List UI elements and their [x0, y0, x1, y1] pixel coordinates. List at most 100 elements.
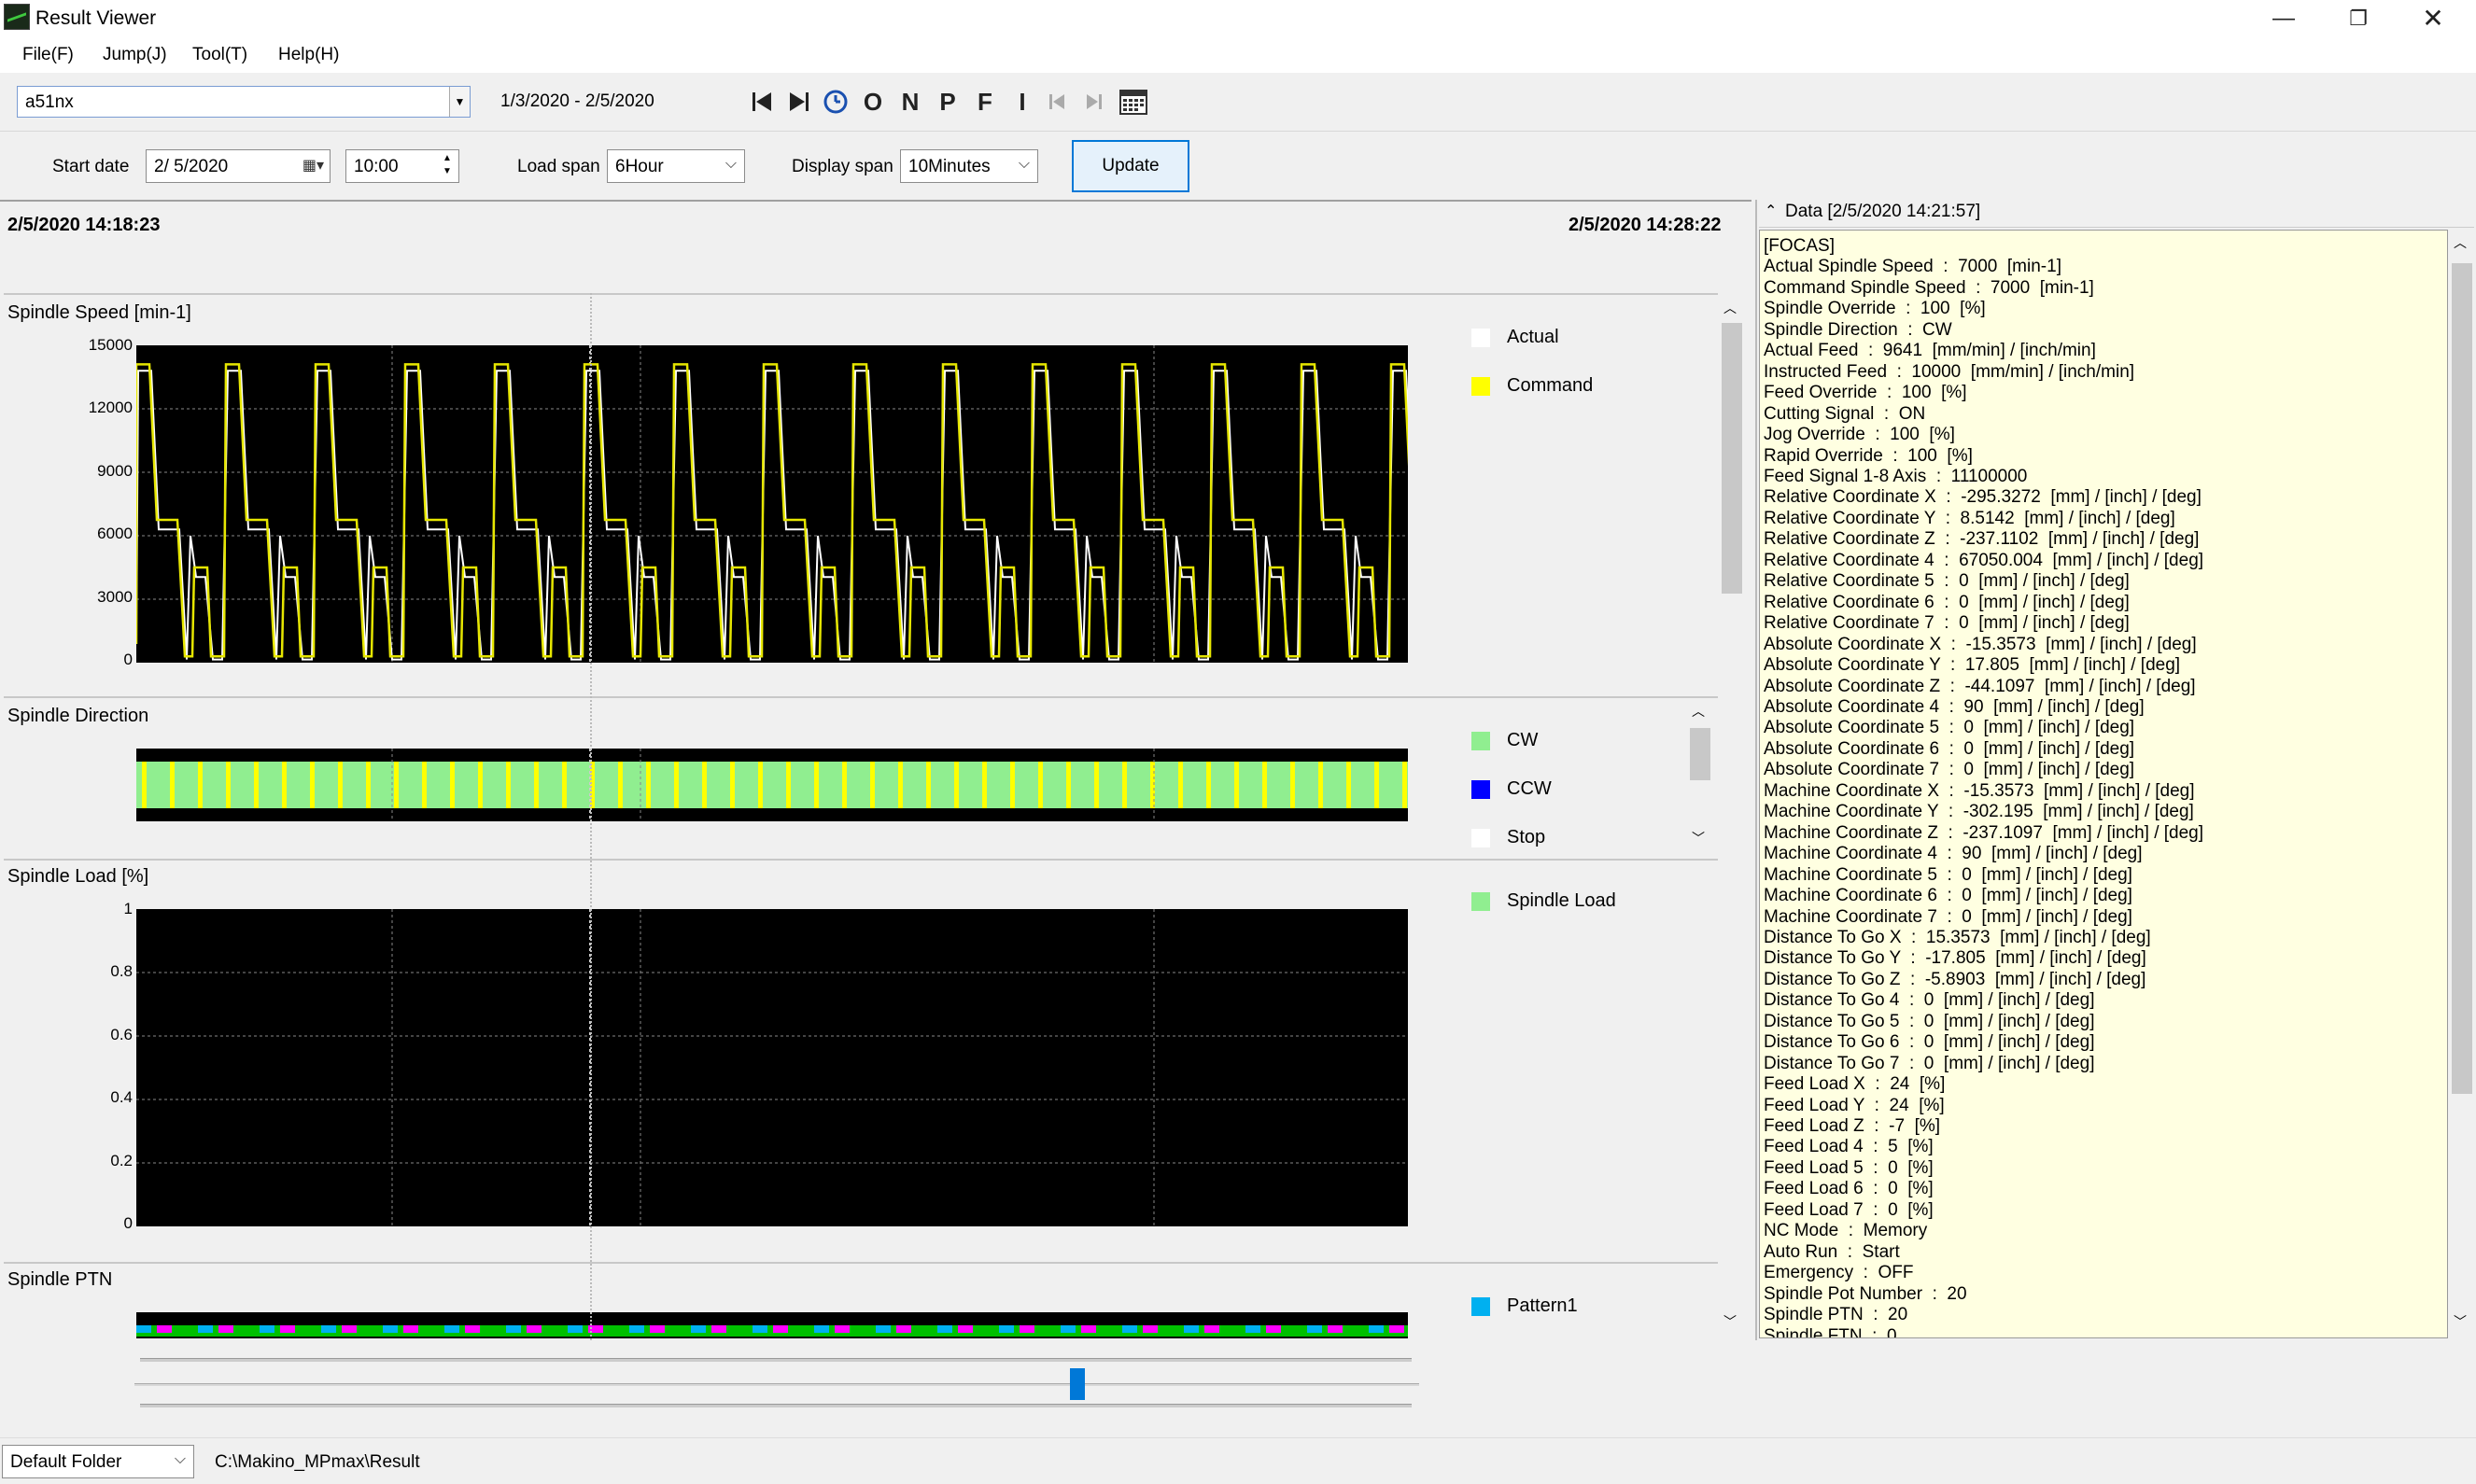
n-button[interactable]: N	[896, 88, 924, 116]
data-line: [FOCAS]	[1764, 236, 1836, 256]
data-line: NC Mode : Memory	[1764, 1221, 1928, 1241]
scroll-up-icon[interactable]: ︿	[2454, 233, 2467, 252]
scroll-thumb[interactable]	[1690, 728, 1710, 780]
stop-segment	[926, 762, 931, 808]
start-date-label: Start date	[52, 157, 130, 176]
charts-scrollbar[interactable]: ︿ ﹀	[1718, 295, 1746, 1340]
scroll-down-icon[interactable]: ﹀	[1692, 829, 1705, 847]
data-scrollbar[interactable]: ︿ ﹀	[2448, 230, 2476, 1338]
spindle-speed-title: Spindle Speed [min-1]	[7, 302, 191, 323]
stop-segment	[450, 762, 455, 808]
collapse-icon[interactable]: ⌃	[1765, 202, 1777, 220]
scroll-thumb[interactable]	[1722, 323, 1742, 594]
data-textbox[interactable]: [FOCAS] Actual Spindle Speed : 7000 [min-…	[1759, 230, 2448, 1338]
calendar-dropdown-icon[interactable]: ▦▾	[302, 156, 324, 175]
stop-segment	[702, 762, 707, 808]
ptn-segment	[1204, 1325, 1219, 1333]
time-slider-track[interactable]	[134, 1383, 1419, 1386]
restore-icon[interactable]: ❐	[2321, 0, 2396, 37]
data-line: Feed Override : 100 [%]	[1764, 383, 1967, 403]
stop-segment	[870, 762, 875, 808]
calendar-icon[interactable]	[1118, 88, 1147, 116]
menu-tool[interactable]: Tool(T)	[192, 45, 247, 65]
o-button[interactable]: O	[859, 88, 887, 116]
data-line: Rapid Override : 100 [%]	[1764, 445, 1973, 466]
data-line: Absolute Coordinate X : -15.3573 [mm] / …	[1764, 634, 2197, 654]
data-line: Distance To Go Y : -17.805 [mm] / [inch]…	[1764, 948, 2146, 969]
update-button[interactable]: Update	[1072, 140, 1189, 192]
spin-arrows-icon[interactable]: ▲ ▼	[438, 152, 457, 180]
data-line: Command Spindle Speed : 7000 [min-1]	[1764, 277, 2094, 298]
close-icon[interactable]: ✕	[2396, 0, 2470, 37]
ptn-segment	[527, 1325, 542, 1333]
start-date-picker[interactable]: 2/ 5/2020 ▦▾	[146, 149, 331, 183]
load-span-value: 6Hour	[615, 157, 664, 176]
menu-file[interactable]: File(F)	[22, 45, 74, 65]
machine-combo[interactable]: a51nx ▼	[17, 86, 471, 118]
minimize-icon[interactable]: —	[2246, 0, 2321, 37]
legend-swatch-ccw	[1471, 780, 1490, 799]
ptn-segment	[218, 1325, 233, 1333]
scroll-thumb[interactable]	[2452, 263, 2472, 1094]
skip-first-icon[interactable]	[749, 88, 777, 116]
scroll-down-icon[interactable]: ﹀	[2454, 1312, 2467, 1331]
data-line: Machine Coordinate Z : -237.1097 [mm] / …	[1764, 822, 2204, 843]
ptn-segment	[568, 1325, 583, 1333]
load-span-select[interactable]: 6Hour ⌵	[607, 149, 745, 183]
ptn-segment	[1348, 1325, 1363, 1333]
data-line: Distance To Go 4 : 0 [mm] / [inch] / [de…	[1764, 990, 2095, 1011]
menu-help[interactable]: Help(H)	[278, 45, 339, 65]
ytick: 0.2	[110, 1152, 133, 1169]
display-span-select[interactable]: 10Minutes ⌵	[900, 149, 1038, 183]
direction-legend-scrollbar[interactable]: ︿ ﹀	[1688, 702, 1712, 851]
stop-segment	[1262, 762, 1267, 808]
stop-segment	[394, 762, 399, 808]
time-slider-thumb[interactable]	[1070, 1368, 1085, 1400]
title-bar	[0, 0, 2476, 37]
f-button[interactable]: F	[971, 88, 999, 116]
ptn-segment	[917, 1325, 932, 1333]
start-time-value: 10:00	[354, 157, 399, 176]
stop-segment	[1094, 762, 1099, 808]
stop-segment	[954, 762, 959, 808]
spindle-ptn-plot	[136, 1312, 1408, 1338]
stop-segment	[310, 762, 315, 808]
p-button[interactable]: P	[934, 88, 962, 116]
data-line: Absolute Coordinate 4 : 90 [mm] / [inch]…	[1764, 696, 2145, 717]
ptn-segment	[1122, 1325, 1137, 1333]
folder-select[interactable]: Default Folder ⌵	[2, 1445, 194, 1478]
range-track-bottom	[140, 1404, 1412, 1407]
stop-segment	[730, 762, 735, 808]
step-back-icon[interactable]	[1044, 88, 1072, 116]
legend-command: Command	[1507, 375, 1594, 396]
scroll-down-icon[interactable]: ﹀	[1723, 1312, 1737, 1331]
date-range-text: 1/3/2020 - 2/5/2020	[500, 91, 654, 111]
data-line: Relative Coordinate Z : -237.1102 [mm] /…	[1764, 529, 2200, 550]
data-line: Cutting Signal : ON	[1764, 403, 1926, 424]
timeline-end: 2/5/2020 14:28:22	[1569, 215, 1722, 235]
scroll-up-icon[interactable]: ︿	[1723, 299, 1737, 317]
start-time-field[interactable]: 10:00 ▲ ▼	[345, 149, 459, 183]
ptn-segment	[1225, 1325, 1240, 1333]
ptn-segment	[177, 1325, 192, 1333]
chevron-down-icon[interactable]: ▼	[449, 87, 470, 117]
time-cursor-line[interactable]	[590, 293, 592, 1340]
ptn-segment	[1081, 1325, 1096, 1333]
ytick: 3000	[97, 588, 133, 606]
data-line: Machine Coordinate X : -15.3573 [mm] / […	[1764, 780, 2195, 801]
timeline-header	[0, 200, 1751, 289]
ptn-segment	[260, 1325, 274, 1333]
data-line: Feed Load 7 : 0 [%]	[1764, 1199, 1934, 1220]
legend-ccw: CCW	[1507, 778, 1552, 799]
skip-last-icon[interactable]	[784, 88, 812, 116]
scroll-up-icon[interactable]: ︿	[1692, 702, 1705, 721]
ptn-segment	[814, 1325, 829, 1333]
menu-jump[interactable]: Jump(J)	[103, 45, 167, 65]
stop-segment	[254, 762, 259, 808]
ptn-segment	[465, 1325, 480, 1333]
i-button[interactable]: I	[1008, 88, 1036, 116]
step-forward-icon[interactable]	[1079, 88, 1107, 116]
stop-segment	[1318, 762, 1323, 808]
data-line: Spindle Override : 100 [%]	[1764, 299, 1986, 319]
clock-icon[interactable]	[822, 88, 850, 116]
